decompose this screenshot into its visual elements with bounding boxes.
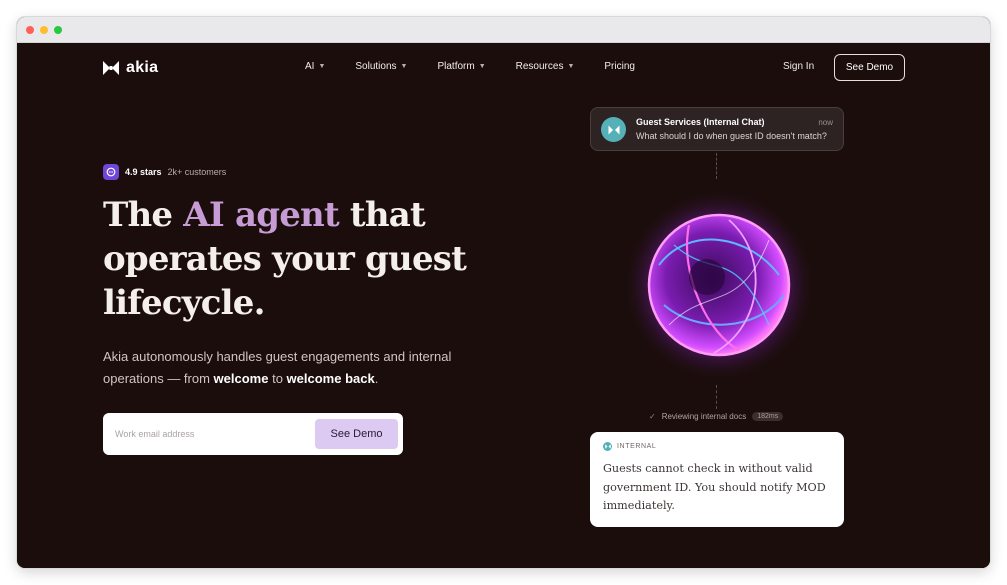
rating-badge: 4.9 stars 2k+ customers xyxy=(103,164,226,180)
nav-item-label: Resources xyxy=(515,61,564,72)
nav-item-label: Solutions xyxy=(355,61,397,72)
customer-count: 2k+ customers xyxy=(167,167,227,177)
email-signup-form: See Demo xyxy=(103,413,403,455)
ai-orb-graphic xyxy=(621,187,817,383)
duration-badge: 182ms xyxy=(752,412,784,421)
browser-window: akia AI ▼ Solutions ▼ Platform ▼ Resourc… xyxy=(17,17,990,568)
chat-bubble-icon xyxy=(103,164,119,180)
nav-item-label: AI xyxy=(305,61,315,72)
internal-answer-card: INTERNAL Guests cannot check in without … xyxy=(590,432,844,527)
sign-in-link[interactable]: Sign In xyxy=(783,61,814,72)
landing-page: akia AI ▼ Solutions ▼ Platform ▼ Resourc… xyxy=(17,43,990,568)
chevron-down-icon: ▼ xyxy=(478,63,486,70)
top-navigation: akia AI ▼ Solutions ▼ Platform ▼ Resourc… xyxy=(17,43,990,93)
nav-item-resources[interactable]: Resources ▼ xyxy=(516,61,575,72)
nav-item-label: Platform xyxy=(437,61,475,72)
nav-item-platform[interactable]: Platform ▼ xyxy=(437,61,485,72)
connector-line xyxy=(716,385,717,409)
window-zoom-button[interactable] xyxy=(54,25,62,34)
brand-logo[interactable]: akia xyxy=(102,59,158,77)
headline-accent: AI agent xyxy=(183,195,339,235)
hero-headline: The AI agent that operates your guest li… xyxy=(103,193,503,325)
brand-name: akia xyxy=(126,59,159,76)
chevron-down-icon: ▼ xyxy=(400,63,408,70)
bowtie-avatar-icon xyxy=(603,442,612,451)
answer-label: INTERNAL xyxy=(617,443,657,450)
work-email-input[interactable] xyxy=(115,429,315,439)
window-minimize-button[interactable] xyxy=(40,25,48,34)
chat-message: What should I do when guest ID doesn't m… xyxy=(636,131,827,141)
browser-titlebar xyxy=(17,17,990,43)
answer-header: INTERNAL xyxy=(603,442,656,451)
hero-subcopy: Akia autonomously handles guest engageme… xyxy=(103,346,483,390)
chat-title: Guest Services (Internal Chat) xyxy=(636,117,765,127)
status-text: Reviewing internal docs xyxy=(661,412,747,421)
main-menu: AI ▼ Solutions ▼ Platform ▼ Resources ▼ … xyxy=(305,61,635,72)
nav-item-pricing[interactable]: Pricing xyxy=(604,61,635,72)
nav-item-ai[interactable]: AI ▼ xyxy=(305,61,325,72)
nav-item-solutions[interactable]: Solutions ▼ xyxy=(355,61,407,72)
connector-line xyxy=(716,153,717,179)
nav-item-label: Pricing xyxy=(604,61,635,72)
internal-chat-card: Guest Services (Internal Chat) What shou… xyxy=(590,107,844,151)
chevron-down-icon: ▼ xyxy=(567,63,575,70)
subcopy-part: to xyxy=(268,371,287,386)
headline-start: The xyxy=(103,195,184,235)
form-see-demo-button[interactable]: See Demo xyxy=(315,419,398,449)
window-close-button[interactable] xyxy=(26,25,34,34)
answer-text: Guests cannot check in without valid gov… xyxy=(603,462,826,512)
subcopy-emphasis: welcome back xyxy=(286,371,375,386)
subcopy-emphasis: welcome xyxy=(213,371,269,386)
subcopy-part: . xyxy=(374,371,379,386)
rating-stars: 4.9 stars xyxy=(125,167,162,177)
chevron-down-icon: ▼ xyxy=(318,63,326,70)
bowtie-logo-icon xyxy=(103,61,119,75)
see-demo-button[interactable]: See Demo xyxy=(834,54,905,81)
processing-status: ✓ Reviewing internal docs 182ms xyxy=(649,412,784,421)
bowtie-avatar-icon xyxy=(601,117,626,142)
chat-timestamp: now xyxy=(818,118,833,127)
check-icon: ✓ xyxy=(649,412,656,421)
